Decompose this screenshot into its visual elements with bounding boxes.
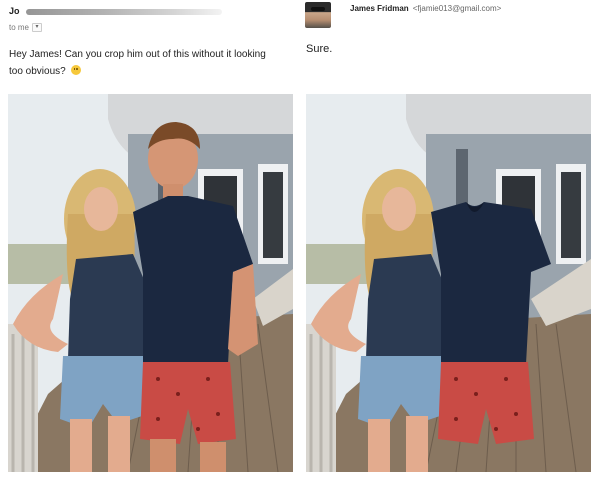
reply-sender-email: <fjamie013@gmail.com> <box>412 4 502 13</box>
reply-email-pane: James Fridman <fjamie013@gmail.com> Sure. <box>300 0 600 478</box>
reply-message: Sure. <box>306 43 333 55</box>
email-message: Hey James! Can you crop him out of this … <box>9 49 266 77</box>
redacted-sender-bar <box>26 9 222 15</box>
smile-emoji-icon <box>70 65 81 75</box>
sender-row: Jo <box>9 6 289 18</box>
reply-sender-name[interactable]: James Fridman <box>350 4 409 13</box>
original-photo-illustration <box>8 94 293 472</box>
original-photo[interactable] <box>8 94 293 472</box>
edited-photo-illustration <box>306 94 591 472</box>
reply-sender-line: James Fridman <fjamie013@gmail.com> <box>350 4 501 13</box>
edited-photo[interactable] <box>306 94 591 472</box>
sender-name[interactable]: Jo <box>9 6 20 16</box>
request-email-pane: Jo to me ▾ Hey James! Can you crop him o… <box>0 0 300 478</box>
email-body: Hey James! Can you crop him out of this … <box>9 46 279 80</box>
recipient-label: to me <box>9 23 30 32</box>
recipient-line: to me ▾ <box>9 23 43 32</box>
recipient-details-dropdown[interactable]: ▾ <box>32 23 43 32</box>
sender-avatar[interactable] <box>305 2 331 28</box>
